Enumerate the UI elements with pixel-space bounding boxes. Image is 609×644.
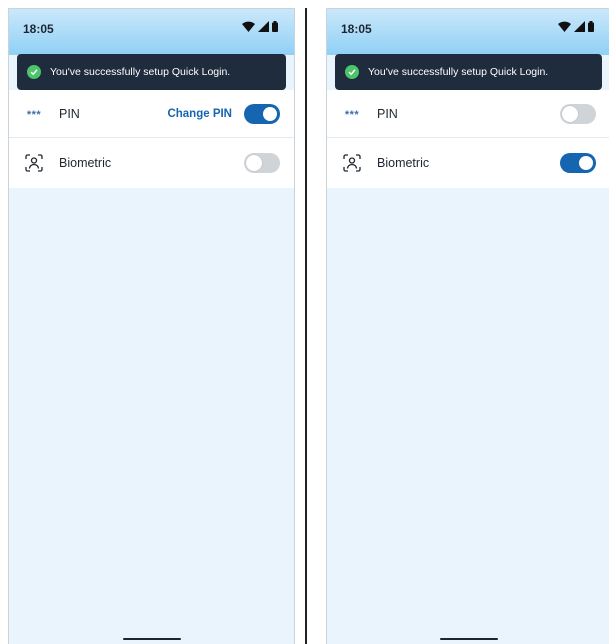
success-toast: You've successfully setup Quick Login. [17,54,286,90]
check-circle-icon [27,65,41,79]
status-time: 18:05 [341,22,372,36]
home-indicator[interactable] [439,638,498,640]
status-bar: 18:05 [9,9,294,55]
pin-row: *** PIN [327,90,609,138]
toast-message: You've successfully setup Quick Login. [368,66,549,78]
change-pin-link[interactable]: Change PIN [167,108,232,120]
home-indicator[interactable] [122,638,181,640]
pin-label: PIN [59,106,80,121]
pin-asterisk-icon: *** [344,109,360,121]
phone-screen-right: 18:05 You've successfully setup Quick Lo… [326,8,609,644]
biometric-label: Biometric [59,156,112,170]
comparison-stage: 18:05 You've successfully setup Quick Lo… [0,0,609,644]
biometric-row: Biometric [327,138,609,188]
status-icons [242,21,278,32]
cellular-signal-icon [258,21,269,32]
status-icons [558,21,594,32]
status-bar: 18:05 [327,9,609,55]
phone-screen-left: 18:05 You've successfully setup Quick Lo… [8,8,295,644]
pin-row: *** PIN Change PIN [9,90,294,138]
pin-label: PIN [377,106,398,121]
screen-divider [305,8,307,644]
wifi-icon [242,21,255,32]
biometric-label: Biometric [377,156,430,170]
battery-icon [588,21,594,32]
biometric-toggle[interactable] [244,153,280,173]
toast-message: You've successfully setup Quick Login. [50,66,231,78]
success-toast: You've successfully setup Quick Login. [335,54,602,90]
check-circle-icon [345,65,359,79]
biometric-row: Biometric [9,138,294,188]
quick-login-options: *** PIN Change PIN Biometric [9,90,294,188]
battery-icon [272,21,278,32]
status-time: 18:05 [23,22,54,36]
quick-login-options: *** PIN Biometric [327,90,609,188]
cellular-signal-icon [574,21,585,32]
pin-toggle[interactable] [244,103,280,124]
biometric-toggle[interactable] [560,153,596,173]
face-id-icon [343,154,361,172]
pin-asterisk-icon: *** [26,109,42,121]
face-id-icon [25,154,43,172]
pin-toggle[interactable] [560,103,596,124]
wifi-icon [558,21,571,32]
